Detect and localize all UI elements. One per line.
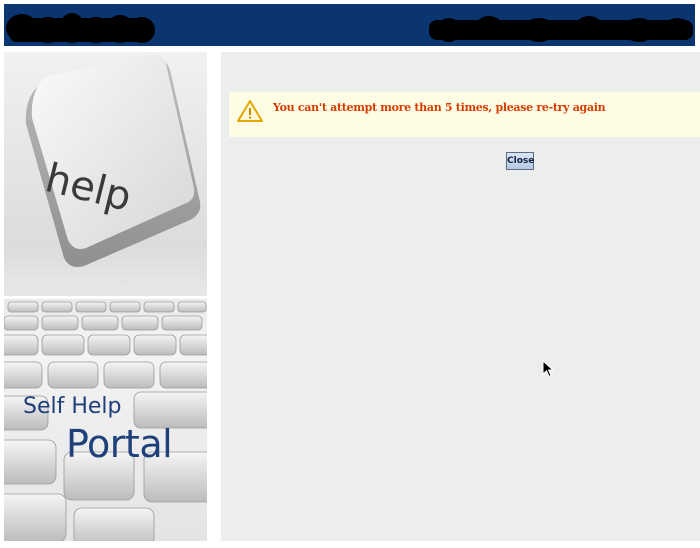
main-content: You can't attempt more than 5 times, ple… [221,52,700,541]
error-alert: You can't attempt more than 5 times, ple… [229,92,700,137]
header-banner [4,4,695,46]
brand-logo [6,13,155,43]
help-key-keyboard-image: help [4,54,207,541]
portal-title-line2: Portal [66,422,173,466]
brand-tagline [429,16,693,42]
mouse-cursor-icon [542,360,555,378]
sidebar-hero-image: help Self Help Portal [4,52,207,541]
close-button[interactable]: Close [506,152,534,170]
warning-icon [237,100,263,122]
error-message: You can't attempt more than 5 times, ple… [273,101,606,114]
portal-title-line1: Self Help [23,394,122,419]
